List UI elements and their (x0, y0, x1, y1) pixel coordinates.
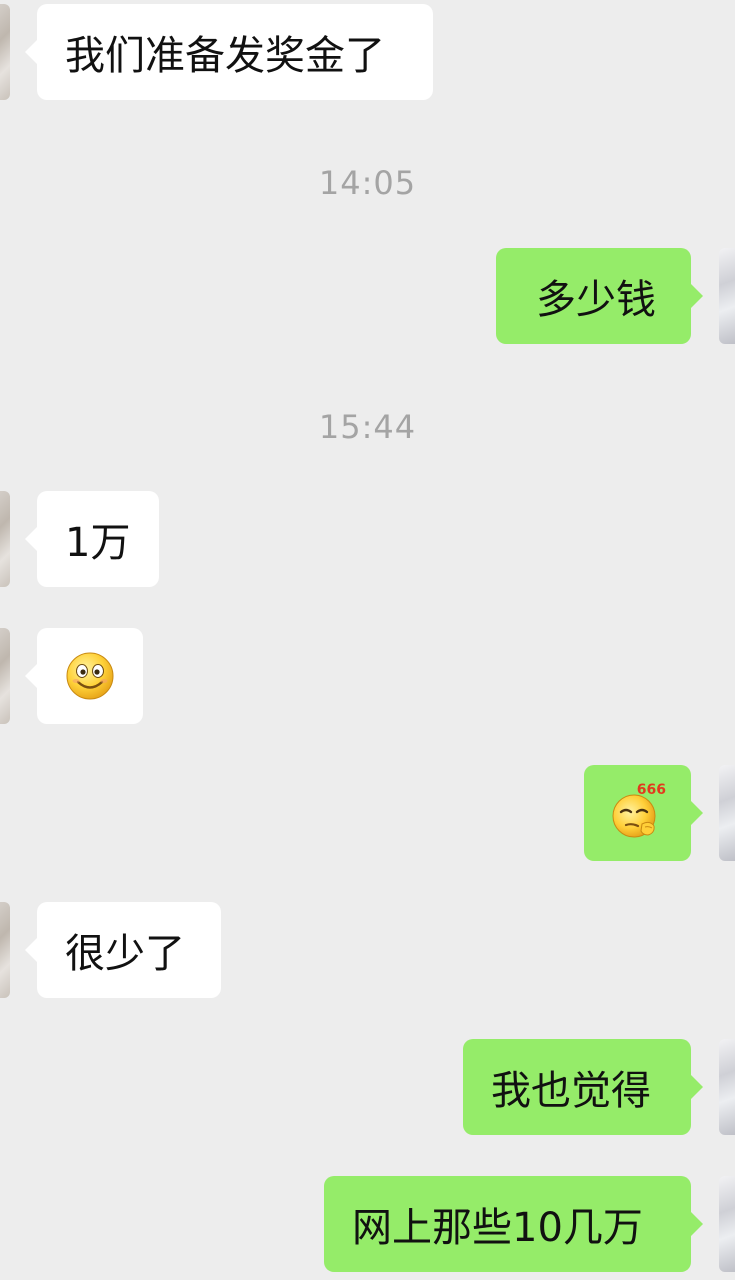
contact-avatar[interactable] (0, 491, 10, 587)
message-text: 网上那些10几万 (352, 1205, 643, 1251)
chat-area[interactable]: 我们准备发奖金了 14:05 多少钱 15:44 1万 666 很少了 我也觉得… (0, 0, 735, 1280)
message-bubble-incoming[interactable]: 很少了 (25, 902, 221, 998)
contact-avatar[interactable] (0, 628, 10, 724)
my-avatar[interactable] (719, 765, 735, 861)
smile-emoji-icon (65, 651, 115, 701)
message-bubble-outgoing[interactable]: 多少钱 (496, 248, 703, 344)
emoji-caption: 666 (636, 782, 666, 798)
timestamp: 15:44 (318, 408, 417, 446)
message-bubble-incoming[interactable] (25, 628, 143, 724)
message-text: 我们准备发奖金了 (65, 33, 385, 79)
my-avatar[interactable] (719, 248, 735, 344)
contact-avatar[interactable] (0, 902, 10, 998)
message-bubble-outgoing[interactable]: 网上那些10几万 (324, 1176, 703, 1272)
666-thinking-emoji-icon: 666 (610, 782, 666, 840)
message-text: 很少了 (65, 931, 185, 977)
my-avatar[interactable] (719, 1039, 735, 1135)
my-avatar[interactable] (719, 1176, 735, 1272)
message-bubble-incoming[interactable]: 我们准备发奖金了 (25, 4, 433, 100)
message-text: 多少钱 (536, 277, 656, 323)
message-bubble-outgoing[interactable]: 我也觉得 (463, 1039, 703, 1135)
contact-avatar[interactable] (0, 4, 10, 100)
timestamp: 14:05 (318, 164, 417, 202)
message-text: 1万 (65, 520, 131, 566)
message-bubble-outgoing[interactable]: 666 (584, 765, 703, 861)
message-text: 我也觉得 (491, 1068, 651, 1114)
message-bubble-incoming[interactable]: 1万 (25, 491, 159, 587)
